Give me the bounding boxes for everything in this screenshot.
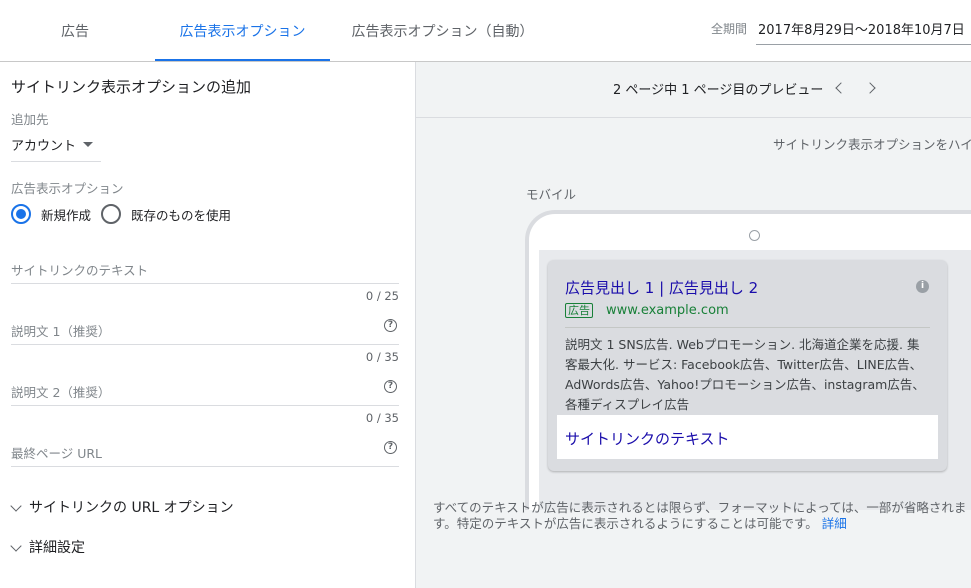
sitelink-preview: サイトリンクのテキスト [557, 415, 938, 459]
top-tab-bar: 広告 広告表示オプション 広告表示オプション（自動） 全期間 2017年8月29… [0, 0, 971, 62]
ad-preview-card: 広告見出し 1 | 広告見出し 2 i 広告 www.example.com 説… [548, 260, 947, 471]
description-1-counter: 0 / 35 [365, 350, 399, 364]
chevron-down-icon [10, 539, 22, 552]
final-url-placeholder: 最終ページ URL [11, 446, 103, 461]
advanced-settings-label: 詳細設定 [29, 540, 85, 556]
radio-use-existing-label: 既存のものを使用 [131, 207, 232, 223]
help-icon[interactable]: ? [384, 319, 397, 332]
ad-headline[interactable]: 広告見出し 1 | 広告見出し 2 [565, 277, 758, 298]
date-range-selector[interactable]: 2017年8月29日〜2018年10月7日 [758, 19, 965, 38]
description-1-field[interactable]: 説明文 1（推奨） ? [11, 317, 399, 345]
radio-use-existing[interactable]: 既存のものを使用 [101, 204, 231, 224]
description-2-field[interactable]: 説明文 2（推奨） ? [11, 378, 399, 406]
date-range-underline [756, 44, 971, 45]
radio-unselected-icon[interactable] [101, 204, 121, 224]
description-1-placeholder: 説明文 1（推奨） [11, 324, 111, 339]
hover-instruction: サイトリンク表示オプションをハイ [773, 137, 971, 152]
sitelink-preview-link[interactable]: サイトリンクのテキスト [565, 428, 730, 449]
preview-header: 2 ページ中 1 ページ目のプレビュー [416, 62, 971, 118]
radio-create-new-label: 新規作成 [41, 207, 92, 223]
phone-camera-icon [749, 230, 760, 241]
ad-display-url: www.example.com [606, 303, 729, 318]
ad-badge: 広告 [565, 303, 593, 318]
chevron-down-icon [10, 499, 22, 512]
ad-description: 説明文 1 SNS広告. Webプロモーション. 北海道企業を応援. 集客最大化… [565, 337, 925, 412]
destination-dropdown[interactable]: アカウント [11, 134, 101, 162]
date-range-label: 全期間 [711, 22, 748, 36]
preview-disclaimer-text: すべてのテキストが広告に表示されるとは限らず、フォーマットによっては、一部が省略… [433, 500, 967, 531]
sitelink-text-field[interactable]: サイトリンクのテキスト [11, 256, 399, 284]
tab-auto-extensions[interactable]: 広告表示オプション（自動） [350, 0, 535, 61]
description-2-placeholder: 説明文 2（推奨） [11, 385, 111, 400]
sitelink-text-placeholder: サイトリンクのテキスト [11, 263, 149, 278]
extension-label: 広告表示オプション [11, 181, 124, 196]
destination-label: 追加先 [11, 112, 49, 127]
preview-page-indicator: 2 ページ中 1 ページ目のプレビュー [613, 83, 824, 98]
sitelink-url-options-label: サイトリンクの URL オプション [29, 500, 234, 516]
sitelink-form-panel: サイトリンク表示オプションの追加 追加先 アカウント 広告表示オプション 新規作… [0, 62, 416, 588]
mobile-phone-frame: 広告見出し 1 | 広告見出し 2 i 広告 www.example.com 説… [525, 210, 971, 510]
advanced-settings-toggle[interactable]: 詳細設定 [10, 537, 85, 557]
ad-preview-panel: 2 ページ中 1 ページ目のプレビュー サイトリンク表示オプションをハイ モバイ… [416, 62, 971, 588]
tab-ads[interactable]: 広告 [40, 0, 110, 61]
info-icon[interactable]: i [916, 280, 929, 293]
ad-divider [565, 327, 930, 328]
phone-screen: 広告見出し 1 | 広告見出し 2 i 広告 www.example.com 説… [539, 250, 971, 510]
sitelink-text-counter: 0 / 25 [365, 289, 399, 303]
tab-ad-extensions[interactable]: 広告表示オプション [155, 0, 330, 61]
details-link[interactable]: 詳細 [822, 516, 847, 531]
final-url-field[interactable]: 最終ページ URL ? [11, 439, 399, 467]
radio-selected-icon[interactable] [11, 204, 31, 224]
device-label: モバイル [526, 187, 577, 202]
radio-create-new[interactable]: 新規作成 [11, 204, 91, 224]
dropdown-caret-icon [83, 142, 93, 147]
help-icon[interactable]: ? [384, 441, 397, 454]
destination-value: アカウント [11, 139, 77, 154]
help-icon[interactable]: ? [384, 380, 397, 393]
panel-title: サイトリンク表示オプションの追加 [11, 78, 252, 96]
chevron-left-icon[interactable] [835, 82, 847, 94]
chevron-right-icon[interactable] [864, 82, 876, 94]
sitelink-url-options-toggle[interactable]: サイトリンクの URL オプション [10, 497, 234, 517]
description-2-counter: 0 / 35 [365, 411, 399, 425]
preview-disclaimer: すべてのテキストが広告に表示されるとは限らず、フォーマットによっては、一部が省略… [433, 500, 971, 532]
